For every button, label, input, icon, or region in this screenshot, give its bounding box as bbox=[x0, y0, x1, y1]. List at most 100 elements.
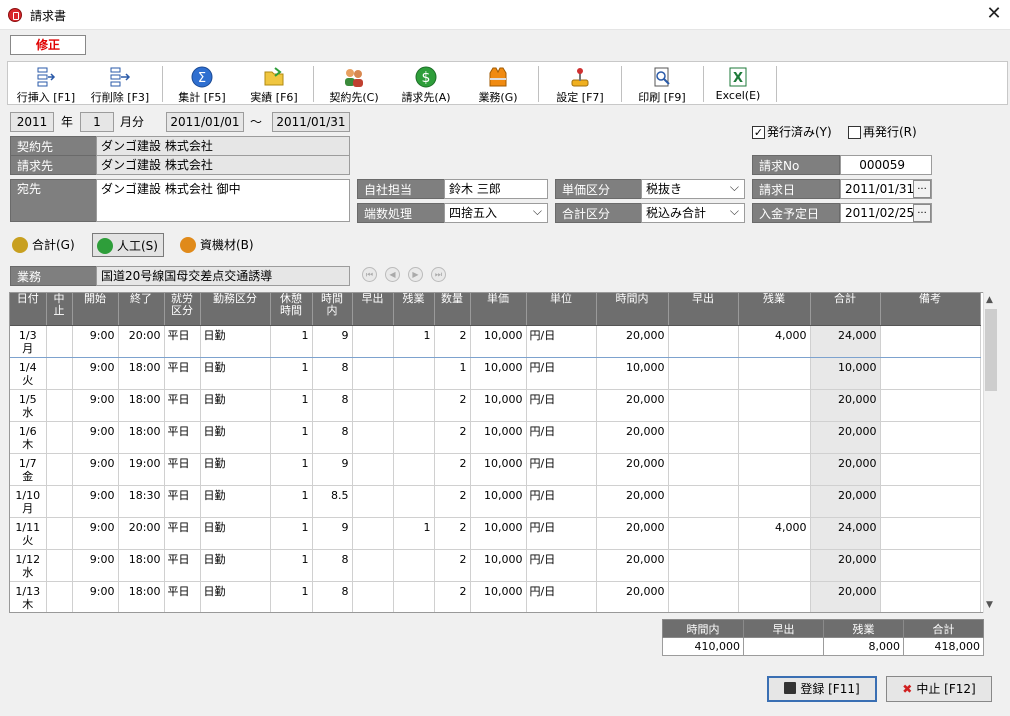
amt-hours-cell[interactable]: 10,000 bbox=[596, 357, 669, 390]
rest-cell[interactable]: 1 bbox=[270, 517, 313, 550]
table-row[interactable]: 1/6 木 9:00 18:00 平日 日勤 1 8 2 10,000 円/日 20,000 20,00… bbox=[10, 421, 981, 454]
total-type-select[interactable]: 税込み合計 bbox=[641, 202, 745, 223]
qty-cell[interactable]: 2 bbox=[434, 485, 471, 518]
end-cell[interactable]: 18:00 bbox=[118, 581, 165, 612]
qty-cell[interactable]: 2 bbox=[434, 324, 471, 358]
amt-overtime-cell[interactable] bbox=[738, 581, 811, 612]
overtime-cell[interactable] bbox=[393, 485, 435, 518]
stop-cell[interactable] bbox=[46, 485, 73, 518]
date-cell[interactable]: 1/12 水 bbox=[10, 549, 47, 582]
prev-record-icon[interactable]: ◀ bbox=[385, 267, 400, 282]
table-row[interactable]: 1/10 月 9:00 18:30 平日 日勤 1 8.5 2 10,000 円/日 20,000 20… bbox=[10, 485, 981, 518]
period-from-field[interactable]: 2011/01/01 bbox=[166, 112, 244, 132]
early-cell[interactable] bbox=[352, 517, 394, 550]
unit-cell[interactable]: 円/日 bbox=[526, 453, 597, 486]
payment-date-picker-button[interactable]: ... bbox=[913, 204, 931, 222]
amt-early-cell[interactable] bbox=[668, 324, 739, 358]
early-cell[interactable] bbox=[352, 421, 394, 454]
total-cell[interactable]: 20,000 bbox=[810, 549, 881, 582]
amt-hours-cell[interactable]: 20,000 bbox=[596, 581, 669, 612]
end-cell[interactable]: 20:00 bbox=[118, 324, 165, 358]
address-field[interactable]: ダンゴ建設 株式会社 御中 bbox=[96, 179, 350, 222]
overtime-cell[interactable] bbox=[393, 453, 435, 486]
insert-row-button[interactable]: 行挿入 [F1] bbox=[12, 63, 80, 105]
amt-overtime-cell[interactable] bbox=[738, 421, 811, 454]
start-cell[interactable]: 9:00 bbox=[72, 357, 119, 390]
grid-scrollbar-thumb[interactable] bbox=[985, 309, 997, 391]
work-type-cell[interactable]: 平日 bbox=[164, 421, 201, 454]
amt-early-cell[interactable] bbox=[668, 517, 739, 550]
amt-overtime-cell[interactable] bbox=[738, 389, 811, 422]
start-cell[interactable]: 9:00 bbox=[72, 581, 119, 612]
shift-cell[interactable]: 日勤 bbox=[200, 485, 271, 518]
end-cell[interactable]: 18:00 bbox=[118, 357, 165, 390]
table-row[interactable]: 1/3 月 9:00 20:00 平日 日勤 1 9 1 2 10,000 円/日 20,000 4,00… bbox=[10, 324, 981, 358]
hours-cell[interactable]: 9 bbox=[312, 324, 353, 358]
amt-overtime-cell[interactable] bbox=[738, 357, 811, 390]
shift-cell[interactable]: 日勤 bbox=[200, 453, 271, 486]
overtime-cell[interactable] bbox=[393, 549, 435, 582]
stop-cell[interactable] bbox=[46, 389, 73, 422]
work-type-cell[interactable]: 平日 bbox=[164, 549, 201, 582]
amt-overtime-cell[interactable] bbox=[738, 549, 811, 582]
unit-cell[interactable]: 円/日 bbox=[526, 389, 597, 422]
hours-cell[interactable]: 8 bbox=[312, 581, 353, 612]
stop-cell[interactable] bbox=[46, 324, 73, 358]
work-type-cell[interactable]: 平日 bbox=[164, 324, 201, 358]
total-cell[interactable]: 20,000 bbox=[810, 453, 881, 486]
qty-cell[interactable]: 2 bbox=[434, 549, 471, 582]
issued-checkbox[interactable]: ✓ bbox=[752, 126, 765, 139]
amt-early-cell[interactable] bbox=[668, 421, 739, 454]
date-cell[interactable]: 1/7 金 bbox=[10, 453, 47, 486]
end-cell[interactable]: 19:00 bbox=[118, 453, 165, 486]
note-cell[interactable] bbox=[880, 389, 981, 422]
amt-overtime-cell[interactable] bbox=[738, 453, 811, 486]
total-cell[interactable]: 10,000 bbox=[810, 357, 881, 390]
end-cell[interactable]: 18:00 bbox=[118, 549, 165, 582]
amt-hours-cell[interactable]: 20,000 bbox=[596, 389, 669, 422]
qty-cell[interactable]: 2 bbox=[434, 517, 471, 550]
unit-price-cell[interactable]: 10,000 bbox=[470, 324, 527, 358]
amt-early-cell[interactable] bbox=[668, 485, 739, 518]
overtime-cell[interactable] bbox=[393, 421, 435, 454]
rest-cell[interactable]: 1 bbox=[270, 421, 313, 454]
stop-cell[interactable] bbox=[46, 581, 73, 612]
stop-cell[interactable] bbox=[46, 549, 73, 582]
overtime-cell[interactable] bbox=[393, 357, 435, 390]
date-cell[interactable]: 1/4 火 bbox=[10, 357, 47, 390]
end-cell[interactable]: 18:30 bbox=[118, 485, 165, 518]
date-cell[interactable]: 1/5 水 bbox=[10, 389, 47, 422]
unit-price-cell[interactable]: 10,000 bbox=[470, 549, 527, 582]
unit-cell[interactable]: 円/日 bbox=[526, 581, 597, 612]
table-row[interactable]: 1/13 木 9:00 18:00 平日 日勤 1 8 2 10,000 円/日 20,000 20,0… bbox=[10, 581, 981, 612]
note-cell[interactable] bbox=[880, 453, 981, 486]
total-cell[interactable]: 20,000 bbox=[810, 421, 881, 454]
scroll-up-icon[interactable]: ▲ bbox=[986, 295, 993, 305]
end-cell[interactable]: 18:00 bbox=[118, 389, 165, 422]
note-cell[interactable] bbox=[880, 421, 981, 454]
unit-cell[interactable]: 円/日 bbox=[526, 517, 597, 550]
hours-cell[interactable]: 9 bbox=[312, 517, 353, 550]
note-cell[interactable] bbox=[880, 324, 981, 358]
rest-cell[interactable]: 1 bbox=[270, 389, 313, 422]
amt-hours-cell[interactable]: 20,000 bbox=[596, 324, 669, 358]
hours-cell[interactable]: 8 bbox=[312, 389, 353, 422]
hours-cell[interactable]: 9 bbox=[312, 453, 353, 486]
note-cell[interactable] bbox=[880, 357, 981, 390]
start-cell[interactable]: 9:00 bbox=[72, 517, 119, 550]
end-cell[interactable]: 20:00 bbox=[118, 517, 165, 550]
start-cell[interactable]: 9:00 bbox=[72, 485, 119, 518]
rest-cell[interactable]: 1 bbox=[270, 581, 313, 612]
unit-price-cell[interactable]: 10,000 bbox=[470, 389, 527, 422]
amt-early-cell[interactable] bbox=[668, 389, 739, 422]
early-cell[interactable] bbox=[352, 581, 394, 612]
tab-materials[interactable]: 資機材(B) bbox=[176, 233, 260, 257]
amt-hours-cell[interactable]: 20,000 bbox=[596, 485, 669, 518]
overtime-cell[interactable]: 1 bbox=[393, 324, 435, 358]
overtime-cell[interactable]: 1 bbox=[393, 517, 435, 550]
amt-early-cell[interactable] bbox=[668, 581, 739, 612]
amt-early-cell[interactable] bbox=[668, 453, 739, 486]
unit-cell[interactable]: 円/日 bbox=[526, 421, 597, 454]
unit-cell[interactable]: 円/日 bbox=[526, 357, 597, 390]
amt-overtime-cell[interactable]: 4,000 bbox=[738, 324, 811, 358]
